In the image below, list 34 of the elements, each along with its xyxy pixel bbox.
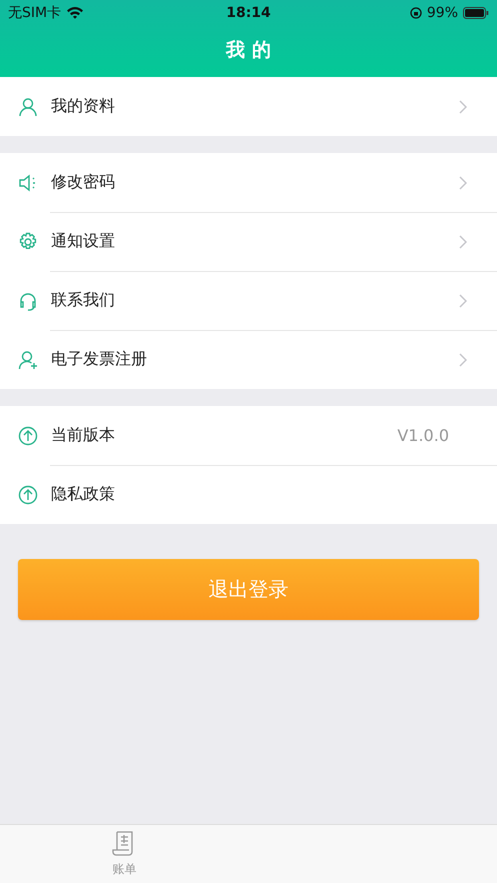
- menu-item[interactable]: 通知设置: [0, 212, 497, 271]
- chevron-icon: [459, 176, 467, 190]
- carrier-text: 无SIM卡: [8, 4, 62, 22]
- chevron-icon: [459, 352, 467, 366]
- menu-label: 当前版本: [51, 425, 116, 446]
- battery-icon: [463, 6, 489, 18]
- upload-icon: [18, 484, 38, 504]
- speaker-icon: [18, 172, 38, 192]
- chevron-icon: [459, 234, 467, 248]
- battery-text: 99%: [426, 4, 458, 20]
- menu-item[interactable]: 当前版本 V1.0.0: [0, 406, 497, 465]
- chevron-icon: [459, 100, 467, 114]
- menu-item[interactable]: 电子发票注册: [0, 330, 497, 389]
- menu-item[interactable]: 隐私政策: [0, 465, 497, 524]
- menu-label: 我的资料: [51, 96, 116, 117]
- menu-label: 修改密码: [51, 172, 116, 193]
- chevron-icon: [459, 294, 467, 308]
- headset-icon: [18, 290, 38, 310]
- menu-label: 通知设置: [51, 231, 116, 252]
- menu-label: 隐私政策: [51, 484, 116, 505]
- person-icon: [18, 96, 38, 116]
- menu-item[interactable]: 修改密码: [0, 153, 497, 212]
- clock-text: 18:14: [226, 4, 271, 20]
- settings-icon: [18, 232, 38, 252]
- menu-item[interactable]: 联系我们: [0, 271, 497, 330]
- wifi-icon: [66, 6, 84, 19]
- page-title: 我 的: [224, 38, 272, 63]
- menu-label: 联系我们: [51, 290, 116, 311]
- person-add-icon: [18, 350, 38, 370]
- upload-icon: [18, 426, 38, 446]
- menu-label: 电子发票注册: [51, 349, 148, 370]
- menu-item[interactable]: 我的资料: [0, 77, 497, 136]
- version-text: V1.0.0: [397, 426, 449, 445]
- rotation-lock-icon: [410, 6, 422, 18]
